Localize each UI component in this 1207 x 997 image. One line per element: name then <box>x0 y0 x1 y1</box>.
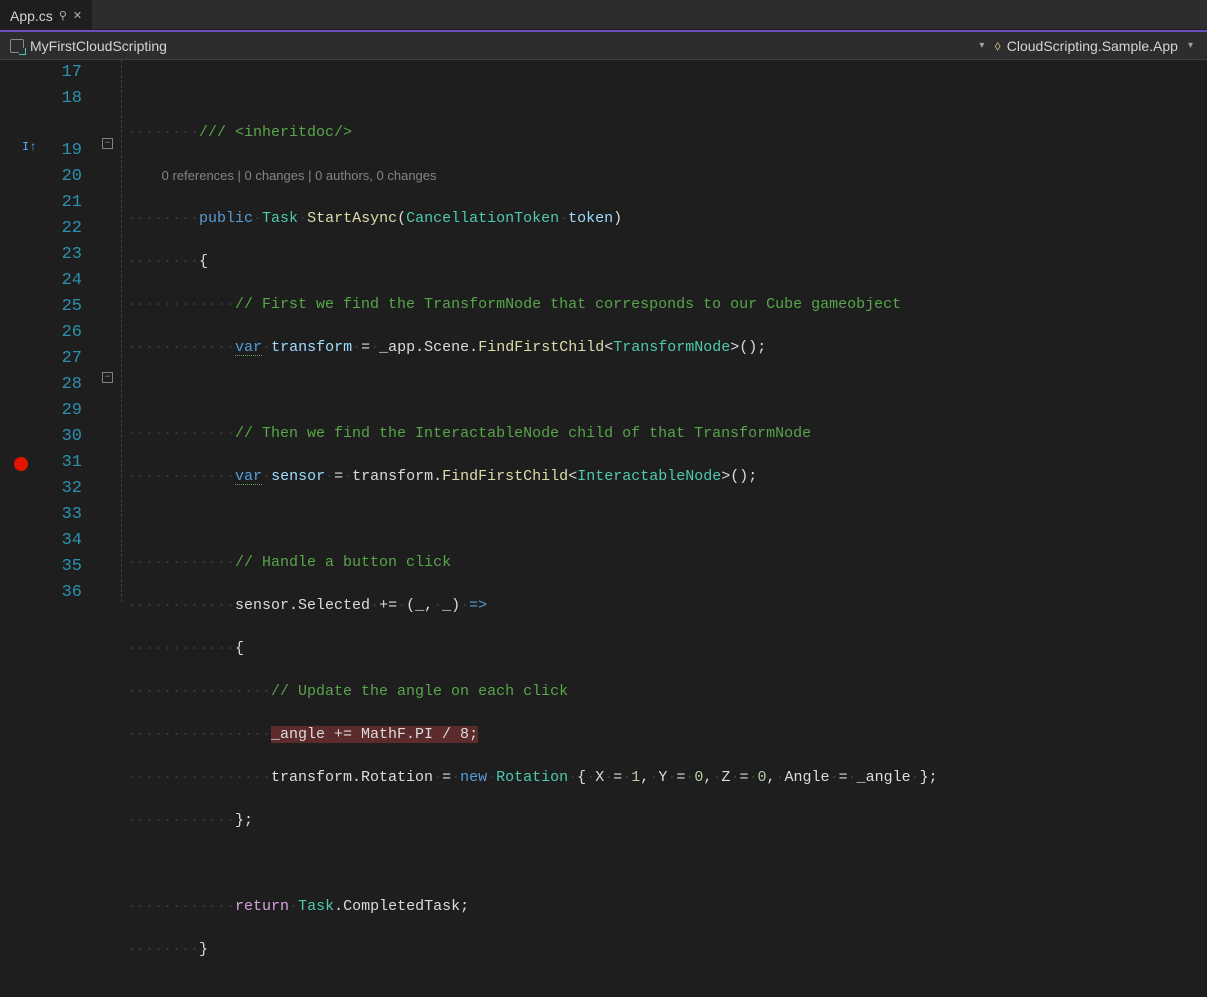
line-number: 18 <box>44 86 82 112</box>
fold-gutter: − − <box>100 60 122 602</box>
line-number: 33 <box>44 502 82 528</box>
line-number: 23 <box>44 242 82 268</box>
code-line[interactable]: ············// Then we find the Interact… <box>127 421 1207 447</box>
edit-indicator-icon: I↑ <box>22 140 36 154</box>
code-line[interactable]: ············{ <box>127 636 1207 662</box>
code-line[interactable]: ············var·transform·=·_app.Scene.F… <box>127 335 1207 361</box>
breadcrumb-left-label: MyFirstCloudScripting <box>30 38 167 54</box>
line-number: 34 <box>44 528 82 554</box>
code-line[interactable] <box>127 378 1207 404</box>
fold-toggle-icon[interactable]: − <box>102 138 113 149</box>
pin-icon[interactable]: ⚲ <box>59 9 67 23</box>
breadcrumb-right-label: CloudScripting.Sample.App <box>1007 38 1178 54</box>
code-line[interactable]: ················// Update the angle on e… <box>127 679 1207 705</box>
line-number: 28 <box>44 372 82 398</box>
breakpoint-icon[interactable] <box>14 457 28 471</box>
code-line[interactable]: ················_angle += MathF.PI / 8; <box>127 722 1207 748</box>
code-line[interactable]: ············var·sensor·=·transform.FindF… <box>127 464 1207 490</box>
code-line[interactable]: ············// Handle a button click <box>127 550 1207 576</box>
tab-app-cs[interactable]: App.cs ⚲ ✕ <box>0 0 92 29</box>
line-number: 25 <box>44 294 82 320</box>
code-line[interactable]: ················transform.Rotation·=·new… <box>127 765 1207 791</box>
codelens[interactable]: ········0 references | 0 changes | 0 aut… <box>127 163 1207 189</box>
code-line[interactable]: ········public·Task·StartAsync(Cancellat… <box>127 206 1207 232</box>
line-number: 24 <box>44 268 82 294</box>
code-line[interactable]: ········} <box>127 937 1207 963</box>
line-number: 27 <box>44 346 82 372</box>
fold-toggle-icon[interactable]: − <box>102 372 113 383</box>
close-icon[interactable]: ✕ <box>73 9 82 23</box>
line-number: 20 <box>44 164 82 190</box>
breadcrumb-class[interactable]: ⬨ CloudScripting.Sample.App <box>994 37 1178 54</box>
line-number: 35 <box>44 554 82 580</box>
code-line[interactable]: ········{ <box>127 249 1207 275</box>
code-area[interactable]: ········/// <inheritdoc/> ········0 refe… <box>123 60 1207 602</box>
code-line[interactable] <box>127 507 1207 533</box>
namespace-icon <box>10 39 24 53</box>
line-number: 19 <box>44 138 82 164</box>
tab-label: App.cs <box>10 8 53 24</box>
line-number: 22 <box>44 216 82 242</box>
breadcrumb-namespace[interactable]: MyFirstCloudScripting <box>10 38 969 54</box>
code-line[interactable] <box>127 851 1207 877</box>
line-number: 31 <box>44 450 82 476</box>
code-editor[interactable]: I↑ 17 18 19 20 21 22 23 24 25 26 27 28 2… <box>0 60 1207 602</box>
code-line[interactable]: ············sensor.Selected·+=·(_,·_)·=> <box>127 593 1207 619</box>
breadcrumb-bar: MyFirstCloudScripting ▾ ⬨ CloudScripting… <box>0 30 1207 60</box>
code-line[interactable]: ············}; <box>127 808 1207 834</box>
line-number: 36 <box>44 580 82 606</box>
line-number: 29 <box>44 398 82 424</box>
code-line[interactable] <box>127 77 1207 103</box>
highlighted-statement: _angle += MathF.PI / 8; <box>271 726 478 743</box>
line-number: 32 <box>44 476 82 502</box>
line-number: 30 <box>44 424 82 450</box>
line-number: 21 <box>44 190 82 216</box>
line-number-gutter: 17 18 19 20 21 22 23 24 25 26 27 28 29 3… <box>44 60 100 602</box>
chevron-down-icon[interactable]: ▾ <box>1184 40 1197 51</box>
glyph-margin[interactable]: I↑ <box>0 60 44 602</box>
class-icon: ⬨ <box>994 37 1000 54</box>
code-line[interactable]: ············// First we find the Transfo… <box>127 292 1207 318</box>
line-number: 26 <box>44 320 82 346</box>
code-line[interactable]: ············return·Task.CompletedTask; <box>127 894 1207 920</box>
chevron-down-icon[interactable]: ▾ <box>975 40 988 51</box>
line-number: 17 <box>44 60 82 86</box>
line-number <box>44 112 82 138</box>
tab-bar: App.cs ⚲ ✕ <box>0 0 1207 30</box>
code-line[interactable]: ········/// <inheritdoc/> <box>127 120 1207 146</box>
